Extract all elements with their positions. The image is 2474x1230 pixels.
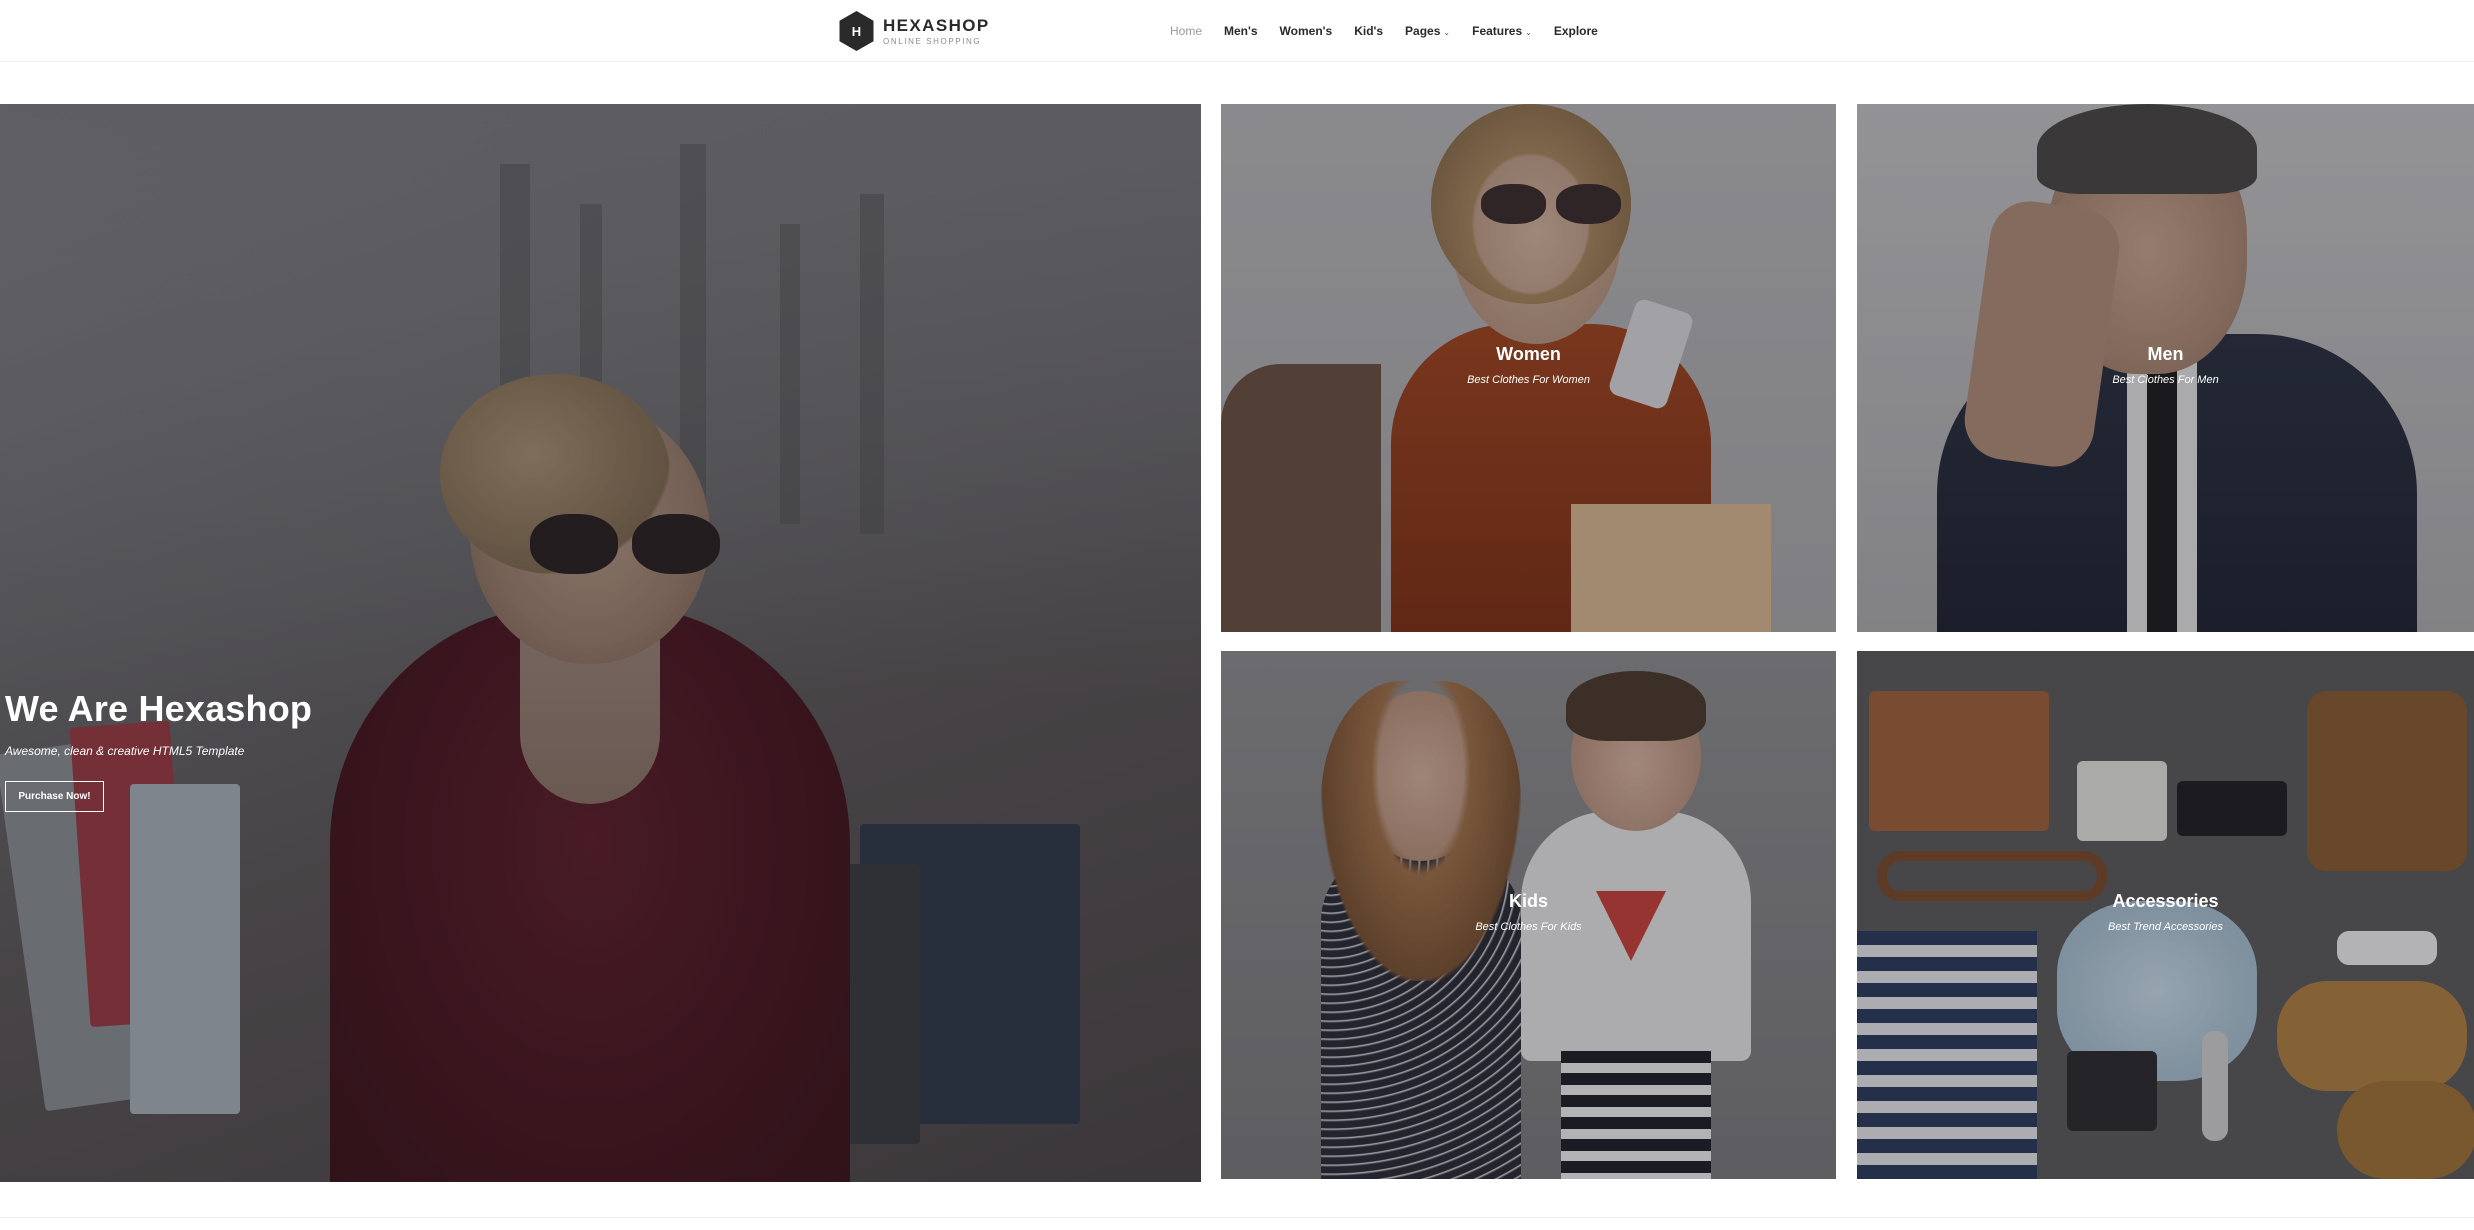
nav-item-womens[interactable]: Women's — [1280, 24, 1333, 38]
nav-item-kids[interactable]: Kid's — [1354, 24, 1383, 38]
category-card-men[interactable]: Men Best Clothes For Men — [1857, 104, 2474, 632]
boy-hair — [1566, 671, 1706, 741]
nav-label: Explore — [1553, 24, 1598, 38]
nav-label: Features — [1472, 24, 1523, 38]
shopping-bag — [130, 784, 240, 1114]
category-subtitle: Best Clothes For Kids — [1475, 921, 1582, 933]
nav-item-features[interactable]: Features ⌄ — [1472, 24, 1532, 38]
nav-item-explore[interactable]: Explore — [1554, 24, 1598, 38]
camera — [2067, 1051, 2157, 1131]
hero-subtitle: Awesome, clean & creative HTML5 Template — [5, 744, 245, 758]
svg-text:H: H — [852, 24, 861, 39]
sunglasses — [2337, 931, 2437, 965]
logo-text: HEXASHOP ONLINE SHOPPING — [883, 17, 990, 46]
nav-label: Pages — [1405, 24, 1441, 38]
nav-label: Kid's — [1354, 24, 1384, 38]
site-logo[interactable]: H HEXASHOP ONLINE SHOPPING — [838, 10, 990, 52]
category-title: Men — [2147, 344, 2184, 364]
leather-bag — [2307, 691, 2467, 871]
hexagon-logo-icon: H — [839, 11, 874, 51]
leather-wallet — [1869, 691, 2049, 831]
necktie — [2147, 354, 2177, 632]
category-card-kids[interactable]: Kids Best Clothes For Kids — [1221, 651, 1836, 1179]
category-title: Kids — [1508, 891, 1548, 911]
card-holder — [2177, 781, 2287, 836]
chevron-down-icon: ⌄ — [1525, 27, 1532, 37]
boy-pants — [1561, 1051, 1711, 1179]
category-title: Women — [1496, 344, 1561, 364]
striped-shirt — [1857, 931, 2037, 1179]
category-subtitle: Best Clothes For Men — [2112, 374, 2219, 386]
brand-subtitle: ONLINE SHOPPING — [883, 36, 982, 46]
sunglasses — [1481, 184, 1621, 224]
nav-label: Men's — [1224, 24, 1258, 38]
sunglasses — [530, 514, 720, 574]
hero-title: We Are Hexashop — [5, 688, 313, 729]
category-card-women[interactable]: Women Best Clothes For Women — [1221, 104, 1836, 632]
section-divider — [0, 1217, 2474, 1218]
girl-hair — [1321, 681, 1521, 981]
category-card-accessories[interactable]: Accessories Best Trend Accessories — [1857, 651, 2474, 1179]
cathedral-spire — [780, 224, 800, 524]
nav-label: Women's — [1279, 24, 1333, 38]
nav-item-mens[interactable]: Men's — [1224, 24, 1258, 38]
watch — [2202, 1031, 2228, 1141]
boots — [2277, 981, 2467, 1091]
nav-label: Home — [1170, 24, 1203, 38]
hero-banner: We Are Hexashop Awesome, clean & creativ… — [0, 104, 1201, 1182]
boots — [2337, 1081, 2474, 1179]
cathedral-spire — [860, 194, 884, 534]
nav-item-home[interactable]: Home — [1170, 24, 1202, 38]
men-model-hair — [2037, 104, 2257, 194]
brand-title: HEXASHOP — [883, 15, 990, 35]
paper-bag — [1571, 504, 1771, 632]
pouch — [2077, 761, 2167, 841]
nav-item-pages[interactable]: Pages ⌄ — [1405, 24, 1450, 38]
site-header: H HEXASHOP ONLINE SHOPPING Home Men's Wo… — [0, 0, 2474, 62]
purchase-now-button[interactable]: Purchase Now! — [5, 781, 104, 812]
category-subtitle: Best Trend Accessories — [2108, 921, 2223, 933]
main-nav: Home Men's Women's Kid's Pages ⌄ Features… — [1170, 0, 1620, 62]
coat-left — [1221, 364, 1381, 632]
category-subtitle: Best Clothes For Women — [1467, 374, 1590, 386]
category-title: Accessories — [2112, 891, 2219, 911]
chevron-down-icon: ⌄ — [1443, 27, 1451, 37]
